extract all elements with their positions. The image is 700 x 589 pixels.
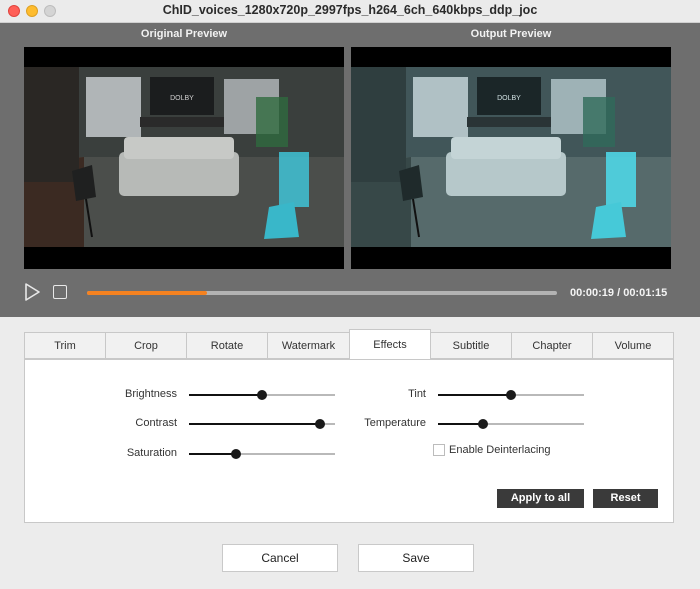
deinterlace-checkbox[interactable] bbox=[433, 444, 445, 456]
playback-progress-fill bbox=[87, 291, 207, 295]
tab-subtitle[interactable]: Subtitle bbox=[430, 332, 512, 359]
temperature-slider[interactable] bbox=[438, 418, 584, 430]
saturation-label: Saturation bbox=[126, 447, 177, 459]
tab-volume[interactable]: Volume bbox=[592, 332, 674, 359]
original-preview-video: DOLBY bbox=[24, 47, 344, 269]
output-preview-label: Output Preview bbox=[470, 28, 552, 40]
tab-effects[interactable]: Effects bbox=[349, 329, 431, 360]
contrast-slider[interactable] bbox=[189, 418, 335, 430]
play-icon[interactable] bbox=[24, 283, 40, 301]
tab-chapter[interactable]: Chapter bbox=[511, 332, 593, 359]
cancel-button[interactable]: Cancel bbox=[222, 544, 338, 572]
apply-to-all-button[interactable]: Apply to all bbox=[497, 489, 584, 508]
tab-watermark[interactable]: Watermark bbox=[267, 332, 350, 359]
save-button[interactable]: Save bbox=[358, 544, 474, 572]
deinterlace-label: Enable Deinterlacing bbox=[449, 444, 551, 456]
edit-tabs: Trim Crop Rotate Watermark Effects Subti… bbox=[24, 329, 674, 360]
title-bar: ChID_voices_1280x720p_2997fps_h264_6ch_6… bbox=[0, 0, 700, 23]
brightness-slider[interactable] bbox=[189, 389, 335, 401]
contrast-label: Contrast bbox=[135, 417, 177, 429]
tint-slider-thumb[interactable] bbox=[506, 390, 516, 400]
reset-button[interactable]: Reset bbox=[593, 489, 658, 508]
tab-crop[interactable]: Crop bbox=[105, 332, 187, 359]
output-video-frame: DOLBY bbox=[351, 67, 671, 247]
brightness-label: Brightness bbox=[125, 388, 177, 400]
output-preview-video: DOLBY bbox=[351, 47, 671, 269]
tint-label: Tint bbox=[408, 388, 426, 400]
dolby-screen-logo: DOLBY bbox=[170, 95, 194, 102]
dolby-screen-logo-output: DOLBY bbox=[497, 95, 521, 102]
preview-area: Original Preview Output Preview DOLBY DO… bbox=[0, 23, 700, 317]
original-preview-label: Original Preview bbox=[140, 28, 228, 40]
tab-trim[interactable]: Trim bbox=[24, 332, 106, 359]
brightness-slider-thumb[interactable] bbox=[257, 390, 267, 400]
window-title: ChID_voices_1280x720p_2997fps_h264_6ch_6… bbox=[162, 3, 538, 17]
temperature-slider-thumb[interactable] bbox=[478, 419, 489, 429]
playback-progress-bar[interactable] bbox=[87, 291, 557, 295]
playback-timecode: 00:00:19 / 00:01:15 bbox=[570, 287, 668, 299]
original-video-frame: DOLBY bbox=[24, 67, 344, 247]
stop-icon[interactable] bbox=[53, 285, 67, 299]
saturation-slider[interactable] bbox=[189, 448, 335, 460]
tint-slider[interactable] bbox=[438, 389, 584, 401]
tab-rotate[interactable]: Rotate bbox=[186, 332, 268, 359]
temperature-label: Temperature bbox=[364, 417, 426, 429]
saturation-slider-thumb[interactable] bbox=[230, 449, 241, 459]
